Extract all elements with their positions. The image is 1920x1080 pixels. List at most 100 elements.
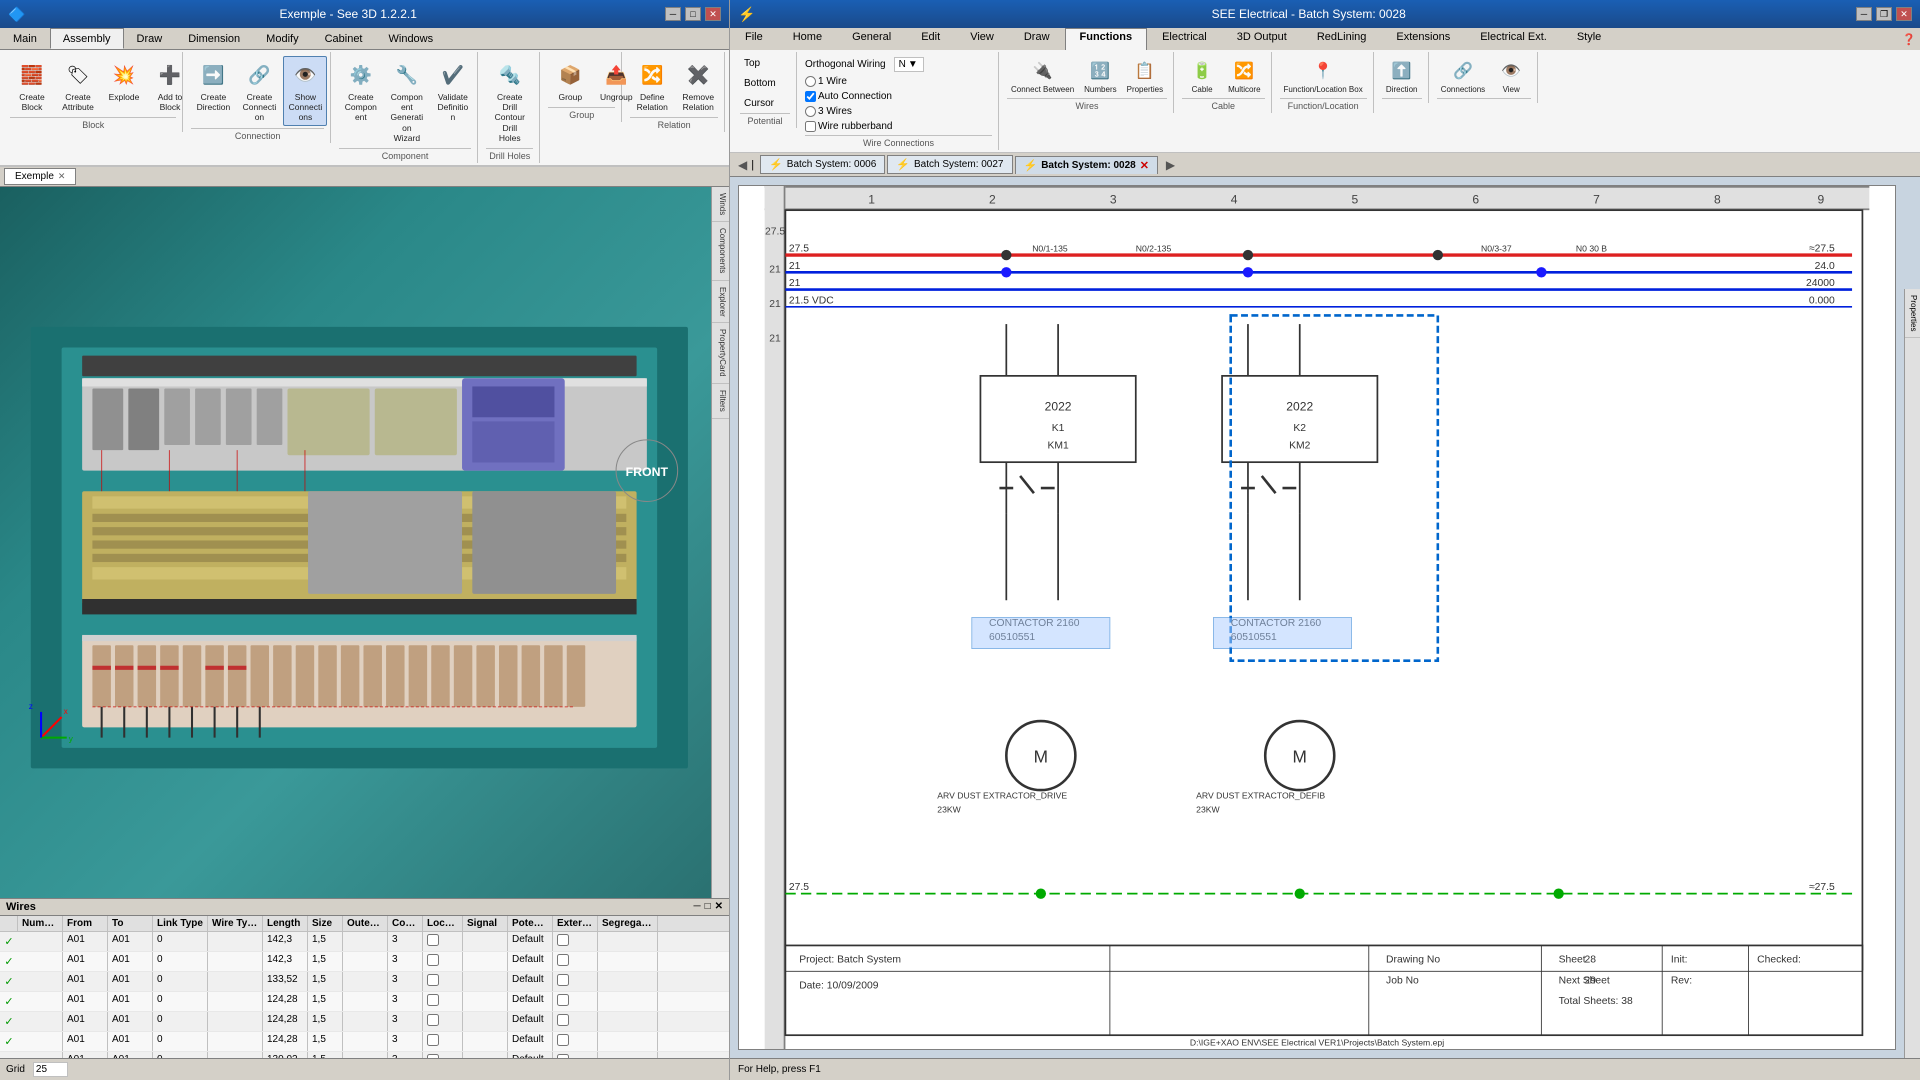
tab-electrical[interactable]: Electrical (1147, 28, 1222, 50)
create-drill-button[interactable]: 🔩 Create Drill Contour Drill Holes (486, 56, 533, 146)
cable-button[interactable]: 🔋 Cable (1182, 54, 1222, 98)
batch-tab-0028[interactable]: ⚡ Batch System: 0028 ✕ (1015, 156, 1158, 174)
grid-value-input[interactable] (33, 1062, 68, 1077)
external-check-6[interactable] (557, 1034, 569, 1046)
auto-connection-check[interactable] (805, 91, 816, 102)
tab-style[interactable]: Style (1562, 28, 1616, 50)
tab-electrical-ext[interactable]: Electrical Ext. (1465, 28, 1562, 50)
tab-windows[interactable]: Windows (376, 28, 447, 49)
func-location-buttons: 📍 Function/Location Box (1280, 54, 1367, 98)
tab-cabinet[interactable]: Cabinet (312, 28, 376, 49)
wires-minimize-btn[interactable]: ─ (693, 901, 700, 913)
create-component-button[interactable]: ⚙️ Create Component (339, 56, 383, 126)
external-check-4[interactable] (557, 994, 569, 1006)
external-check-3[interactable] (557, 974, 569, 986)
svg-text:K2: K2 (1293, 423, 1306, 434)
restore-btn-right[interactable]: ❐ (1876, 7, 1892, 21)
wire-3-option[interactable]: 3 Wires (805, 106, 852, 117)
tab-redlining[interactable]: RedLining (1302, 28, 1382, 50)
tab-draw[interactable]: Draw (124, 28, 176, 49)
tab-dimension[interactable]: Dimension (175, 28, 253, 49)
locked-check-4[interactable] (427, 994, 439, 1006)
wires-scroll-area[interactable]: ✓ A01 A01 0 142,3 1,5 3 Default ✓ A01 (0, 932, 729, 1058)
connect-between-button[interactable]: 🔌 Connect Between (1007, 54, 1078, 98)
nav-arrow-left[interactable]: ◀ (734, 158, 751, 172)
nav-arrow-right[interactable]: ▶ (1162, 158, 1179, 172)
wire-rubberband-check[interactable] (805, 121, 816, 132)
tab-main[interactable]: Main (0, 28, 50, 49)
minimize-btn-right[interactable]: ─ (1856, 7, 1872, 21)
view-button[interactable]: 👁️ View (1491, 54, 1531, 98)
auto-connection-option[interactable]: Auto Connection (805, 91, 892, 102)
tab-view[interactable]: View (955, 28, 1009, 50)
close-btn-left[interactable]: ✕ (705, 7, 721, 21)
top-button[interactable]: Top (740, 55, 790, 72)
direction-button[interactable]: ⬆️ Direction (1382, 54, 1422, 98)
multicore-button[interactable]: 🔀 Multicore (1224, 54, 1264, 98)
properties-tab-sidebar[interactable]: Properties (1905, 289, 1920, 338)
function-location-box-button[interactable]: 📍 Function/Location Box (1280, 54, 1367, 98)
doc-tab-exemple-close[interactable]: ✕ (58, 171, 66, 182)
external-check-5[interactable] (557, 1014, 569, 1026)
bottom-button[interactable]: Bottom (740, 75, 790, 92)
orthogonal-wiring-dropdown[interactable]: N ▼ (894, 57, 924, 72)
filters-tab[interactable]: Filters (712, 384, 729, 419)
validate-definition-button[interactable]: ✔️ Validate Definition (431, 56, 475, 126)
component-wizard-button[interactable]: 🔧 Component Generation Wizard (385, 56, 429, 146)
property-card-tab[interactable]: PropertyCard (712, 323, 729, 384)
explorer-tab[interactable]: Explorer (712, 281, 729, 324)
explode-button[interactable]: 💥 Explode (102, 56, 146, 105)
batch-tab-0028-close[interactable]: ✕ (1140, 159, 1149, 172)
tab-edit[interactable]: Edit (906, 28, 955, 50)
3d-viewport[interactable]: FRONT x y z Winds Components Explorer (0, 187, 729, 898)
create-attribute-button[interactable]: 🏷 Create Attribute (56, 56, 100, 115)
locked-check-1[interactable] (427, 934, 439, 946)
schematic-canvas[interactable]: 1 2 3 4 5 6 7 8 9 27.5 21 21 21 (738, 185, 1896, 1050)
doc-tab-exemple[interactable]: Exemple ✕ (4, 168, 76, 185)
batch-tab-0027[interactable]: ⚡ Batch System: 0027 (887, 155, 1012, 174)
locked-check-5[interactable] (427, 1014, 439, 1026)
connections-button[interactable]: 🔗 Connections (1437, 54, 1489, 98)
external-check-1[interactable] (557, 934, 569, 946)
external-check-2[interactable] (557, 954, 569, 966)
create-block-button[interactable]: 🧱 Create Block (10, 56, 54, 115)
wire-rubberband-option[interactable]: Wire rubberband (805, 121, 892, 132)
wire-1-option[interactable]: 1 Wire (805, 76, 847, 87)
remove-relation-button[interactable]: ✖️ Remove Relation (676, 56, 720, 115)
winds-tab[interactable]: Winds (712, 187, 729, 222)
numbers-button[interactable]: 🔢 Numbers (1080, 54, 1120, 98)
wire-1-radio[interactable] (805, 76, 816, 87)
tab-3d-output[interactable]: 3D Output (1222, 28, 1302, 50)
define-relation-button[interactable]: 🔀 Define Relation (630, 56, 674, 115)
tab-extensions[interactable]: Extensions (1381, 28, 1465, 50)
tab-home[interactable]: Home (778, 28, 837, 50)
batch-tab-0006[interactable]: ⚡ Batch System: 0006 (760, 155, 885, 174)
properties-button[interactable]: 📋 Properties (1123, 54, 1167, 98)
help-icon[interactable]: ❓ (1898, 28, 1920, 50)
wires-from-col: From (63, 916, 108, 931)
wires-maximize-btn[interactable]: □ (705, 901, 711, 913)
locked-check-6[interactable] (427, 1034, 439, 1046)
create-direction-button[interactable]: ➡️ Create Direction (191, 56, 235, 115)
create-connection-button[interactable]: 🔗 Create Connection (237, 56, 281, 126)
tab-draw[interactable]: Draw (1009, 28, 1065, 50)
show-connections-button[interactable]: 👁️ Show Connections (283, 56, 327, 126)
wires-close-btn[interactable]: ✕ (715, 901, 723, 913)
locked-check-2[interactable] (427, 954, 439, 966)
status-bar-left: Grid (0, 1058, 729, 1080)
tab-file[interactable]: File (730, 28, 778, 50)
close-btn-right[interactable]: ✕ (1896, 7, 1912, 21)
minimize-btn-left[interactable]: ─ (665, 7, 681, 21)
tab-general[interactable]: General (837, 28, 906, 50)
tab-functions[interactable]: Functions (1065, 28, 1148, 50)
wire-3-radio[interactable] (805, 106, 816, 117)
maximize-btn-left[interactable]: □ (685, 7, 701, 21)
tab-assembly[interactable]: Assembly (50, 28, 124, 49)
locked-check-3[interactable] (427, 974, 439, 986)
schematic-area[interactable]: Properties 1 2 3 4 5 6 7 8 9 (730, 177, 1920, 1058)
group-button[interactable]: 📦 Group (548, 56, 592, 105)
svg-text:Drawing No: Drawing No (1386, 955, 1440, 966)
cursor-button[interactable]: Cursor (740, 95, 790, 112)
tab-modify[interactable]: Modify (253, 28, 311, 49)
components-tab[interactable]: Components (712, 222, 729, 280)
